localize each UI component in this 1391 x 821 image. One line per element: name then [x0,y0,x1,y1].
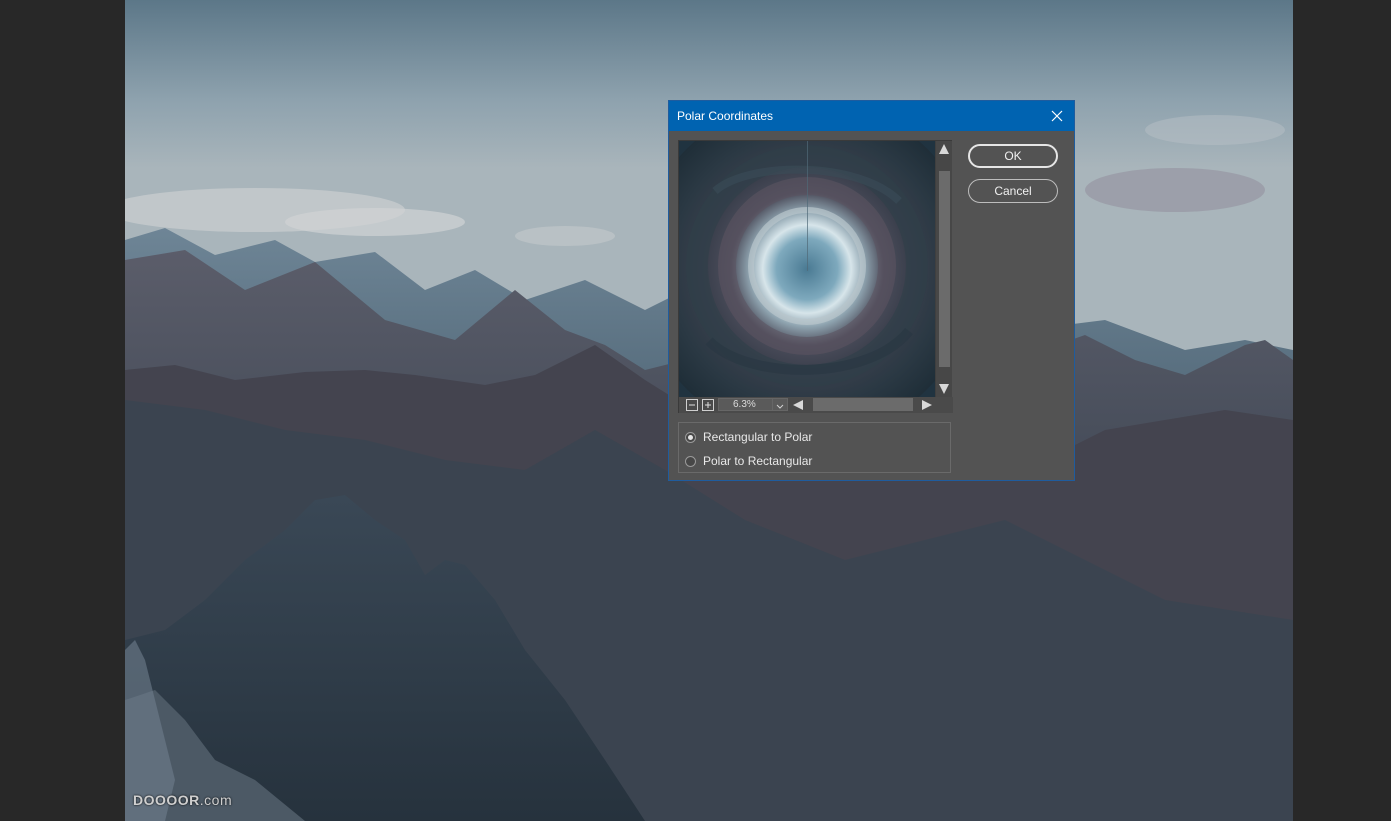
chevron-down-icon [776,404,784,409]
arrow-left-icon[interactable] [792,399,804,411]
dialog-title: Polar Coordinates [677,109,774,123]
vertical-scroll-thumb[interactable] [939,171,950,367]
preview-panel: 6.3% [678,140,953,413]
watermark-suffix: .com [199,792,233,808]
ok-button[interactable]: OK [968,144,1058,168]
filter-preview[interactable] [679,141,935,397]
zoom-in-button[interactable] [702,399,714,411]
zoom-out-icon [689,404,695,406]
horizontal-scroll-thumb[interactable] [813,398,913,411]
polar-preview-image [679,141,935,397]
radio-button[interactable] [685,455,696,467]
dialog-titlebar[interactable]: Polar Coordinates [669,101,1074,131]
conversion-mode-group: Rectangular to Polar Polar to Rectangula… [678,422,951,473]
arrow-up-icon[interactable] [938,143,950,155]
zoom-level-value: 6.3% [733,399,756,410]
zoom-level-select[interactable]: 6.3% [718,398,788,411]
radio-label: Polar to Rectangular [703,454,813,468]
close-icon [1051,110,1063,122]
zoom-out-button[interactable] [686,399,698,411]
zoom-dropdown-button[interactable] [772,399,787,410]
cancel-button[interactable]: Cancel [968,179,1058,203]
arrow-right-icon[interactable] [921,399,933,411]
radio-button-selected[interactable] [685,431,696,443]
zoom-bar: 6.3% [679,397,953,413]
close-button[interactable] [1044,103,1070,129]
radio-rectangular-to-polar[interactable]: Rectangular to Polar [685,429,812,445]
radio-label: Rectangular to Polar [703,430,813,444]
watermark: DOOOOR.com [133,792,232,808]
polar-coordinates-dialog: Polar Coordinates 6.3% Rectangular to Po… [668,100,1075,481]
radio-polar-to-rectangular[interactable]: Polar to Rectangular [685,453,812,469]
preview-vertical-scrollbar[interactable] [936,141,952,397]
watermark-text: DOOOOR [133,792,200,808]
zoom-in-icon [705,402,711,408]
arrow-down-icon[interactable] [938,383,950,395]
